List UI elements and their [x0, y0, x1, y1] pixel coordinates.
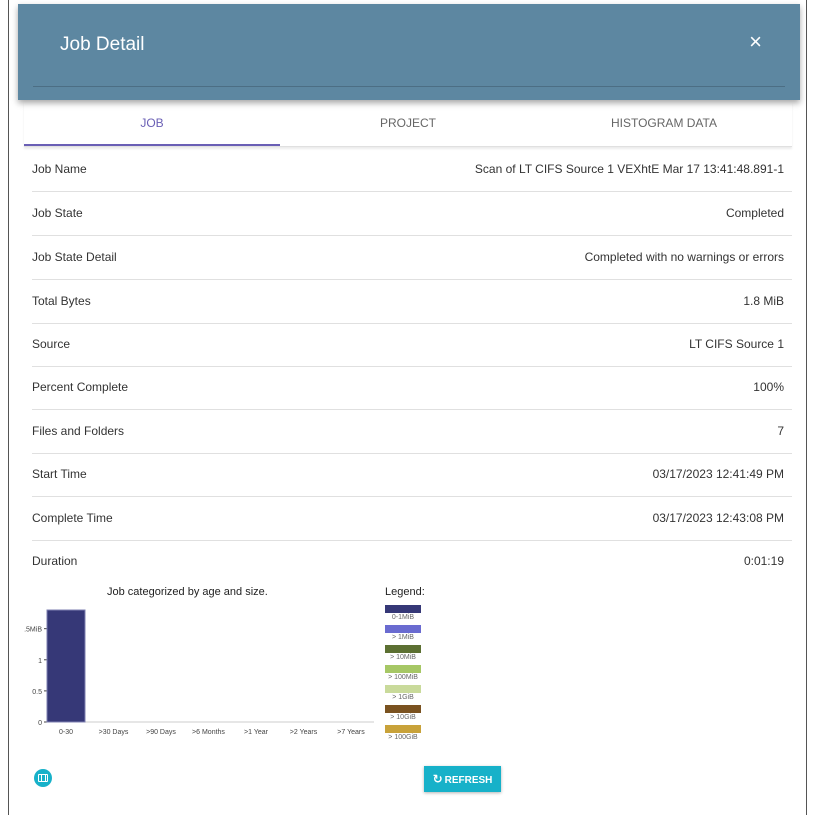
detail-row-start-time: Start Time 03/17/2023 12:41:49 PM — [32, 453, 792, 497]
x-tick-label: >90 Days — [146, 729, 176, 736]
tab-histogram-data[interactable]: HISTOGRAM DATA — [536, 102, 792, 144]
tab-bar: JOB PROJECT HISTOGRAM DATA — [24, 102, 792, 147]
y-tick-label: 1 — [38, 658, 42, 665]
refresh-label: REFRESH — [444, 775, 493, 786]
detail-label: Job State Detail — [32, 250, 117, 264]
x-tick-label: >30 Days — [99, 729, 129, 736]
legend-item: > 10MiB — [385, 645, 421, 662]
tab-project[interactable]: PROJECT — [280, 102, 536, 144]
refresh-button[interactable]: ↻ REFRESH — [424, 766, 501, 792]
detail-label: Job State — [32, 206, 83, 220]
header-divider — [33, 86, 785, 87]
legend-swatch — [385, 605, 421, 613]
legend-item: > 1MiB — [385, 625, 421, 642]
legend-swatch — [385, 665, 421, 673]
x-tick-label: >2 Years — [290, 729, 318, 736]
legend-swatch — [385, 645, 421, 653]
x-tick-label: >7 Years — [337, 729, 365, 736]
legend-item: > 100MiB — [385, 665, 421, 682]
legend-label: > 100GiB — [388, 734, 418, 741]
tab-job[interactable]: JOB — [24, 102, 280, 146]
detail-value: Completed with no warnings or errors — [584, 250, 784, 264]
detail-value: Completed — [725, 206, 784, 220]
detail-row-job-name: Job Name Scan of LT CIFS Source 1 VEXhtE… — [32, 148, 792, 192]
legend-label: > 100MiB — [388, 674, 418, 681]
detail-value: LT CIFS Source 1 — [689, 337, 784, 351]
legend-label: > 10GiB — [390, 714, 416, 721]
detail-row-complete-time: Complete Time 03/17/2023 12:43:08 PM — [32, 497, 792, 541]
histogram-chart: 0 0.5 1 1.5MiB 0-30 >30 Days >90 Days >6 Months… — [24, 609, 374, 736]
legend-swatch — [385, 685, 421, 693]
legend-item: > 100GiB — [385, 725, 421, 742]
detail-label: Total Bytes — [32, 294, 91, 308]
detail-row-percent-complete: Percent Complete 100% — [32, 366, 792, 410]
y-tick-label: 0 — [38, 720, 42, 727]
page-frame-left — [8, 0, 9, 815]
detail-label: Source — [32, 337, 71, 351]
detail-value: 100% — [753, 380, 784, 394]
detail-value: 03/17/2023 12:43:08 PM — [652, 511, 784, 525]
detail-row-job-state-detail: Job State Detail Completed with no warni… — [32, 236, 792, 280]
detail-value: Scan of LT CIFS Source 1 VEXhtE Mar 17 1… — [474, 162, 784, 176]
close-icon[interactable]: × — [749, 31, 762, 53]
detail-row-source: Source LT CIFS Source 1 — [32, 323, 792, 367]
grid-icon — [38, 774, 48, 782]
x-tick-label: 0-30 — [59, 729, 73, 736]
legend-label: > 1MiB — [392, 634, 414, 641]
legend-item: > 1GiB — [385, 685, 421, 702]
legend-item: > 10GiB — [385, 705, 421, 722]
detail-label: Complete Time — [32, 511, 113, 525]
bar — [46, 609, 86, 723]
detail-row-job-state: Job State Completed — [32, 192, 792, 236]
dialog-title: Job Detail — [60, 34, 145, 55]
detail-row-total-bytes: Total Bytes 1.8 MiB — [32, 280, 792, 324]
detail-row-files-and-folders: Files and Folders 7 — [32, 410, 792, 454]
y-tick-label: 1.5MiB — [24, 627, 42, 634]
detail-value: 7 — [777, 424, 784, 438]
x-tick-label: >6 Months — [192, 729, 225, 736]
legend-swatch — [385, 625, 421, 633]
legend-title: Legend: — [385, 586, 425, 598]
grid-view-button[interactable] — [34, 769, 52, 787]
detail-value: 0:01:19 — [743, 554, 784, 568]
legend-swatch — [385, 705, 421, 713]
y-tick-label: 0.5 — [32, 689, 42, 696]
detail-label: Files and Folders — [32, 424, 125, 438]
detail-label: Duration — [32, 554, 78, 568]
legend-swatch — [385, 725, 421, 733]
legend-label: 0-1MiB — [391, 614, 415, 621]
detail-label: Job Name — [32, 162, 87, 176]
chart-title: Job categorized by age and size. — [107, 586, 268, 598]
detail-label: Start Time — [32, 467, 87, 481]
x-tick-label: >1 Year — [244, 729, 269, 736]
detail-row-duration: Duration 0:01:19 — [32, 540, 792, 583]
legend-label: > 10MiB — [390, 654, 416, 661]
detail-label: Percent Complete — [32, 380, 129, 394]
page-frame-right — [806, 0, 807, 815]
legend-label: > 1GiB — [392, 694, 414, 701]
refresh-icon: ↻ — [432, 772, 443, 786]
dialog-header: Job Detail × — [18, 4, 800, 100]
detail-value: 1.8 MiB — [743, 294, 784, 308]
legend-item: 0-1MiB — [385, 605, 421, 622]
detail-value: 03/17/2023 12:41:49 PM — [652, 467, 784, 481]
